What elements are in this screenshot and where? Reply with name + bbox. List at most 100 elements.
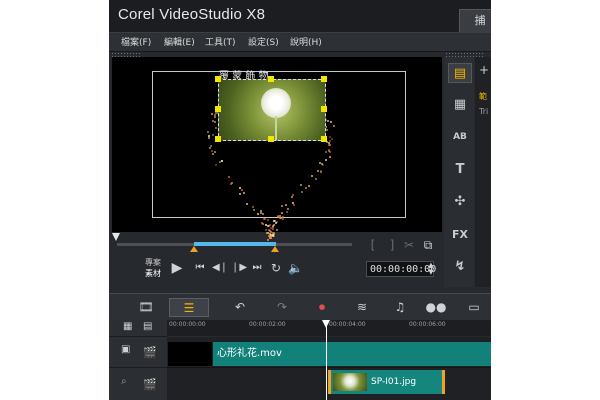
previous-frame-icon[interactable]: ◀❘: [212, 262, 226, 273]
trim-out-marker[interactable]: [271, 246, 279, 252]
sparkle: [262, 223, 264, 225]
tab-capture[interactable]: 捕: [459, 9, 491, 33]
sparkle: [292, 194, 294, 196]
sparkle: [325, 159, 327, 161]
add-icon[interactable]: +: [479, 63, 489, 77]
timeline-view-icon[interactable]: ☰: [169, 298, 209, 317]
redo-icon[interactable]: ↷: [269, 298, 295, 317]
video-track-icon: 🎬: [143, 346, 157, 359]
video-clip-thumbnail: [168, 342, 212, 366]
track-visibility-icon[interactable]: ⌕: [121, 376, 127, 387]
dandelion-stem: [275, 116, 277, 141]
sparkle: [285, 204, 287, 206]
home-icon[interactable]: ⏮: [193, 262, 207, 273]
filter-icon[interactable]: FX: [448, 225, 472, 245]
title-icon[interactable]: T: [448, 160, 472, 180]
resize-handle[interactable]: [268, 136, 274, 142]
sparkle: [209, 147, 211, 149]
volume-icon[interactable]: 🔈: [288, 261, 302, 275]
timecode-stepper-icon[interactable]: ▲ ▼: [427, 262, 435, 276]
sparkle: [252, 206, 254, 208]
scrubber-handle[interactable]: [112, 233, 120, 241]
chapter-icon[interactable]: ▤: [143, 321, 152, 332]
graphic-icon[interactable]: ✣: [448, 192, 472, 212]
menu-tools[interactable]: 工具(T): [205, 35, 236, 48]
ruler-tick-label: 00:00:00:00: [169, 321, 206, 328]
sparkle: [291, 196, 293, 198]
sparkle: [246, 203, 248, 205]
trim-in-marker[interactable]: [190, 246, 198, 252]
resize-handle[interactable]: [321, 106, 327, 112]
menu-file[interactable]: 檔案(F): [121, 35, 151, 48]
sparkle: [214, 121, 216, 123]
menu-edit[interactable]: 編輯(E): [164, 35, 195, 48]
sparkle: [267, 219, 269, 221]
sparkle: [275, 222, 277, 224]
play-icon[interactable]: ▶: [169, 260, 185, 276]
sparkle: [215, 127, 217, 129]
overlay-clip[interactable]: SP-I01.jpg: [328, 370, 445, 394]
preview-window[interactable]: 覆 蒙 飾 物: [112, 57, 442, 232]
sparkle: [253, 209, 255, 211]
trim-range: [194, 242, 276, 246]
end-icon[interactable]: ⏭: [250, 262, 264, 273]
auto-music-icon[interactable]: ♫: [387, 298, 413, 317]
sparkle: [273, 224, 275, 226]
repeat-icon[interactable]: ↻: [269, 261, 283, 275]
project-mode-label[interactable]: 專案: [145, 257, 161, 268]
media-icon[interactable]: ▤: [448, 63, 472, 83]
library-label: 範: [479, 91, 487, 102]
library-sub-label: Tri: [479, 107, 488, 116]
clip-mode-label[interactable]: 素材: [145, 268, 161, 279]
timecode-field[interactable]: 00:00:00:00: [366, 261, 434, 277]
overlay-image[interactable]: [218, 79, 326, 141]
track-visibility-icon[interactable]: ▣: [121, 344, 130, 355]
sparkle: [212, 134, 214, 136]
title-bar: Corel VideoStudio X8 捕: [109, 0, 491, 32]
sparkle: [208, 135, 210, 137]
path-icon[interactable]: ↯: [448, 257, 472, 277]
undo-icon[interactable]: ↶: [227, 298, 253, 317]
sparkle: [293, 204, 295, 206]
sparkle: [211, 150, 213, 152]
overlay-clip-label: SP-I01.jpg: [371, 370, 416, 394]
sparkle: [331, 138, 333, 140]
sparkle: [321, 163, 323, 165]
sparkle: [325, 151, 327, 153]
sound-mixer-icon[interactable]: ≋: [349, 298, 375, 317]
playhead-line: [326, 320, 327, 400]
resize-handle[interactable]: [268, 76, 274, 82]
next-frame-icon[interactable]: ❘▶: [231, 262, 245, 273]
library-toolbar: ▤ ▦ AB T ✣ FX ↯: [444, 57, 474, 287]
menu-bar: 檔案(F) 編輯(E) 工具(T) 設定(S) 說明(H): [109, 32, 491, 52]
sparkle: [239, 193, 241, 195]
dandelion: [261, 88, 291, 118]
track-manager-icon[interactable]: ▦: [123, 321, 132, 332]
resize-handle[interactable]: [321, 136, 327, 142]
resize-handle[interactable]: [215, 106, 221, 112]
resize-handle[interactable]: [321, 76, 327, 82]
ruler-tick-label: 00:00:06:00: [409, 321, 446, 328]
mark-in-button[interactable]: [: [367, 238, 379, 252]
instant-project-icon[interactable]: ▦: [448, 95, 472, 115]
overlay-track-icon: 🎬: [143, 378, 157, 391]
record-capture-icon[interactable]: ⏺: [309, 298, 335, 317]
menu-help[interactable]: 說明(H): [290, 35, 322, 48]
motion-tracking-icon[interactable]: ●●: [423, 298, 449, 317]
subtitle-editor-icon[interactable]: ▭: [461, 298, 487, 317]
sparkle: [305, 187, 307, 189]
library-panel: + 範 Tri: [475, 57, 491, 287]
video-clip[interactable]: 心形礼花.mov: [213, 342, 491, 366]
enlarge-icon[interactable]: ⧉: [421, 238, 435, 253]
storyboard-view-icon[interactable]: 🎞: [133, 298, 159, 317]
track-controls-header: ▦ ▤: [109, 320, 167, 337]
scissors-icon[interactable]: ✂: [403, 238, 415, 252]
video-track-header: ▣ 🎬: [109, 337, 167, 368]
mark-out-button[interactable]: ]: [386, 238, 398, 252]
transition-icon[interactable]: AB: [448, 127, 472, 147]
menu-settings[interactable]: 設定(S): [248, 35, 279, 48]
resize-handle[interactable]: [215, 76, 221, 82]
resize-handle[interactable]: [215, 136, 221, 142]
ruler-tick-label: 00:00:04:00: [329, 321, 366, 328]
ruler-tick-label: 00:00:02:00: [249, 321, 286, 328]
